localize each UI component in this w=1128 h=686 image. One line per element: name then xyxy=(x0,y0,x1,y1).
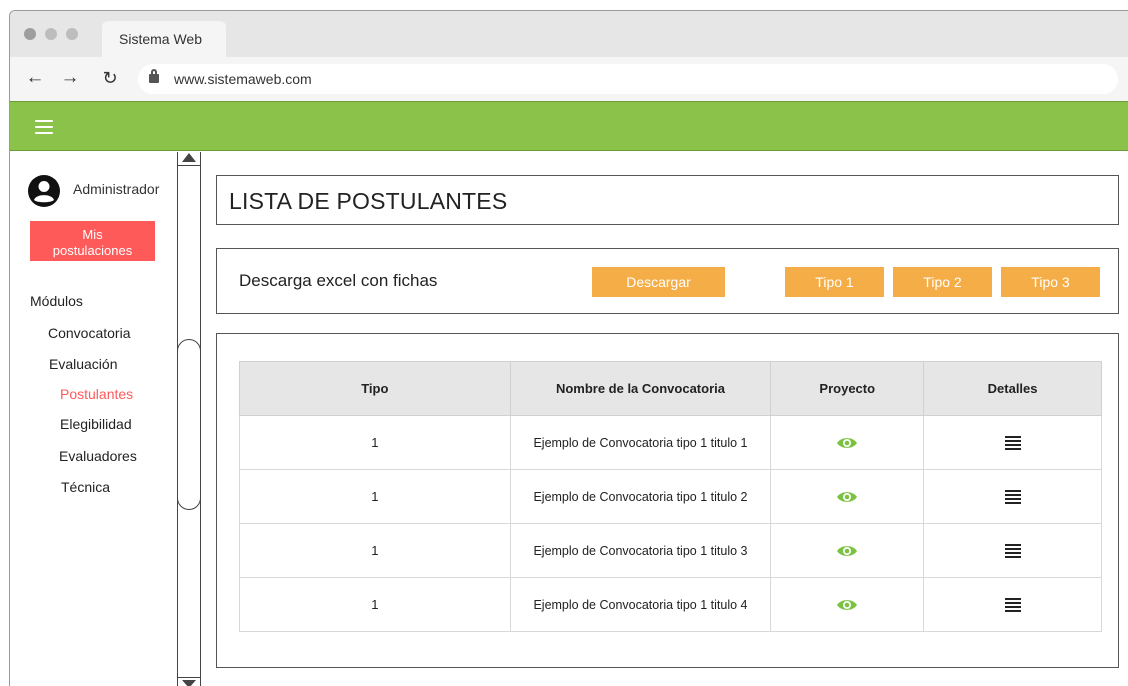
address-bar: ← → ↻ www.sistemaweb.com xyxy=(10,57,1128,101)
user-name: Administrador xyxy=(73,181,160,197)
url-text: www.sistemaweb.com xyxy=(174,71,312,87)
cell-nombre: Ejemplo de Convocatoria tipo 1 titulo 1 xyxy=(509,415,772,470)
cell-tipo: 1 xyxy=(239,469,511,524)
cell-proyecto xyxy=(770,469,925,524)
tab-strip: Sistema Web xyxy=(10,11,1128,57)
eye-icon[interactable] xyxy=(836,436,858,450)
arrow-right-icon[interactable]: → xyxy=(59,67,81,89)
sidebar-item-evaluacion[interactable]: Evaluación xyxy=(49,356,118,372)
lock-icon xyxy=(149,69,159,83)
sidebar-item-tecnica[interactable]: Técnica xyxy=(61,479,110,495)
tipo-2-button[interactable]: Tipo 2 xyxy=(893,267,992,297)
sidebar-item-elegibilidad[interactable]: Elegibilidad xyxy=(60,416,132,432)
table-row: 1 Ejemplo de Convocatoria tipo 1 titulo … xyxy=(239,415,1102,470)
close-window-dot[interactable] xyxy=(24,28,36,40)
cell-nombre: Ejemplo de Convocatoria tipo 1 titulo 4 xyxy=(509,577,772,632)
eye-icon[interactable] xyxy=(836,598,858,612)
eye-icon[interactable] xyxy=(836,544,858,558)
scroll-up-button[interactable] xyxy=(178,152,200,166)
triangle-down-icon xyxy=(182,680,196,686)
cell-nombre: Ejemplo de Convocatoria tipo 1 titulo 3 xyxy=(509,523,772,578)
download-panel: Descarga excel con fichas Descargar Tipo… xyxy=(216,248,1119,314)
header-tipo: Tipo xyxy=(239,361,511,416)
table-row: 1 Ejemplo de Convocatoria tipo 1 titulo … xyxy=(239,523,1102,578)
mis-postulaciones-label-line1: Mis xyxy=(82,226,103,242)
tipo-1-button[interactable]: Tipo 1 xyxy=(785,267,884,297)
triangle-up-icon xyxy=(182,153,196,162)
cell-proyecto xyxy=(770,577,925,632)
arrow-left-icon[interactable]: ← xyxy=(24,67,46,89)
scroll-down-button[interactable] xyxy=(178,677,200,686)
download-label: Descarga excel con fichas xyxy=(239,271,438,290)
app-bar xyxy=(10,101,1128,151)
header-nombre: Nombre de la Convocatoria xyxy=(509,361,772,416)
sidebar-item-evaluadores[interactable]: Evaluadores xyxy=(59,448,137,464)
eye-icon[interactable] xyxy=(836,490,858,504)
table-panel: Tipo Nombre de la Convocatoria Proyecto … xyxy=(216,333,1119,668)
cell-tipo: 1 xyxy=(239,415,511,470)
mis-postulaciones-button[interactable]: Mis postulaciones xyxy=(30,221,155,261)
sidebar-scrollbar[interactable] xyxy=(177,152,201,686)
cell-detalles xyxy=(923,415,1102,470)
url-field[interactable]: www.sistemaweb.com xyxy=(138,64,1118,94)
maximize-window-dot[interactable] xyxy=(66,28,78,40)
cell-detalles xyxy=(923,577,1102,632)
cell-detalles xyxy=(923,523,1102,578)
hamburger-icon[interactable] xyxy=(35,120,53,134)
table-row: 1 Ejemplo de Convocatoria tipo 1 titulo … xyxy=(239,577,1102,632)
header-proyecto: Proyecto xyxy=(770,361,925,416)
descargar-button[interactable]: Descargar xyxy=(592,267,725,297)
list-icon[interactable] xyxy=(1004,434,1021,452)
cell-detalles xyxy=(923,469,1102,524)
list-icon[interactable] xyxy=(1004,542,1021,560)
sidebar: Administrador Mis postulaciones Módulos … xyxy=(10,152,177,686)
tipo-3-button[interactable]: Tipo 3 xyxy=(1001,267,1100,297)
user-circle-icon xyxy=(28,175,60,207)
cell-tipo: 1 xyxy=(239,523,511,578)
list-icon[interactable] xyxy=(1004,488,1021,506)
header-detalles: Detalles xyxy=(923,361,1102,416)
cell-nombre: Ejemplo de Convocatoria tipo 1 titulo 2 xyxy=(509,469,772,524)
browser-window: Sistema Web ← → ↻ www.sistemaweb.com Adm… xyxy=(9,10,1128,686)
table-header-row: Tipo Nombre de la Convocatoria Proyecto … xyxy=(239,361,1102,416)
browser-tab[interactable]: Sistema Web xyxy=(102,21,226,57)
page-title: LISTA DE POSTULANTES xyxy=(229,188,508,214)
window-controls xyxy=(24,28,78,40)
cell-tipo: 1 xyxy=(239,577,511,632)
list-icon[interactable] xyxy=(1004,596,1021,614)
title-panel: LISTA DE POSTULANTES xyxy=(216,175,1119,225)
postulantes-table: Tipo Nombre de la Convocatoria Proyecto … xyxy=(239,361,1102,632)
reload-icon[interactable]: ↻ xyxy=(99,67,121,89)
mis-postulaciones-label-line2: postulaciones xyxy=(52,242,133,258)
cell-proyecto xyxy=(770,523,925,578)
minimize-window-dot[interactable] xyxy=(45,28,57,40)
table-row: 1 Ejemplo de Convocatoria tipo 1 titulo … xyxy=(239,469,1102,524)
sidebar-item-convocatoria[interactable]: Convocatoria xyxy=(48,325,131,341)
sidebar-item-postulantes[interactable]: Postulantes xyxy=(60,386,133,402)
modules-heading: Módulos xyxy=(30,293,83,309)
cell-proyecto xyxy=(770,415,925,470)
scroll-thumb[interactable] xyxy=(177,339,201,510)
